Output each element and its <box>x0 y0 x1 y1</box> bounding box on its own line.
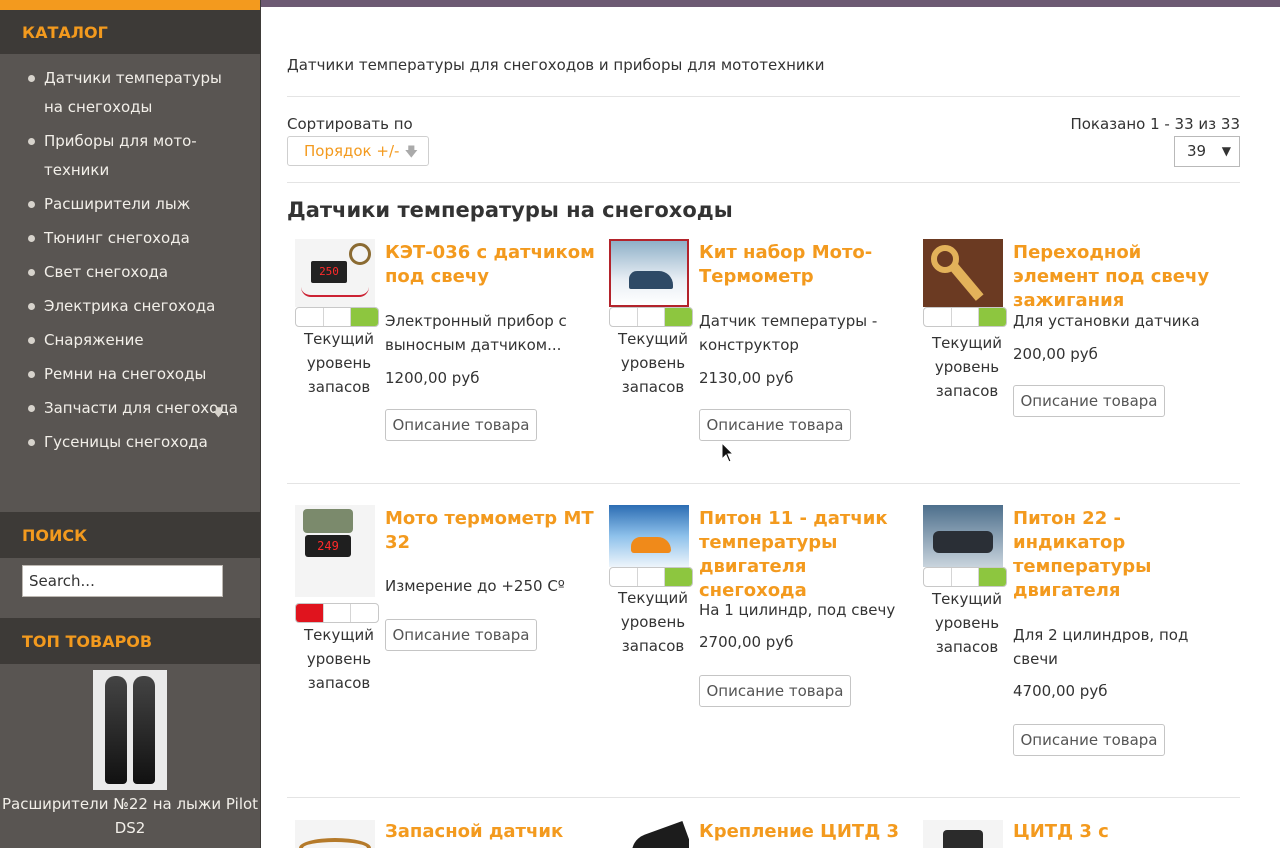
category-title: Датчики температуры на снегоходы <box>287 198 733 222</box>
category-list: Датчики температуры на снегоходы Приборы… <box>0 64 260 462</box>
product-name[interactable]: Питон 22 - индикатор температуры двигате… <box>1013 507 1223 603</box>
sidebar-item-temperature-sensors[interactable]: Датчики температуры на снегоходы <box>0 64 260 122</box>
snowmobile-shape <box>933 531 993 553</box>
snowmobile-shape <box>629 271 673 289</box>
mount-shape <box>625 820 689 848</box>
product-price: 1200,00 руб <box>385 369 480 387</box>
stock-level-label: Текущий уровень запасов <box>304 330 374 396</box>
expand-arrow-icon[interactable]: 🡇 <box>213 398 224 427</box>
product-name[interactable]: Питон 11 - датчик температуры двигателя … <box>699 507 909 603</box>
search-title: ПОИСК <box>0 512 260 558</box>
sidebar-item-ski-extenders[interactable]: Расширители лыж <box>0 190 260 219</box>
sidebar-item-tuning[interactable]: Тюнинг снегохода <box>0 224 260 253</box>
sort-arrow-icon: 🡇 <box>404 145 418 160</box>
device-top-shape <box>303 509 353 533</box>
wire-shape <box>299 838 371 848</box>
stock-level-label: Текущий уровень запасов <box>932 334 1002 400</box>
sidebar-item-tracks[interactable]: Гусеницы снегохода <box>0 428 260 457</box>
divider <box>287 483 1240 484</box>
catalog-title: КАТАЛОГ <box>0 8 260 54</box>
product-price: 2130,00 руб <box>699 369 794 387</box>
stock-level-label: Текущий уровень запасов <box>932 590 1002 656</box>
product-description: Электронный прибор с выносным датчиком..… <box>385 312 567 354</box>
product-image[interactable] <box>923 239 1003 307</box>
product-details-button[interactable]: Описание товара <box>699 675 851 707</box>
sidebar-item-parts[interactable]: Запчасти для снегохода 🡇 <box>0 394 260 423</box>
stock-level-bar <box>609 307 693 327</box>
top-product-image[interactable] <box>93 670 167 790</box>
dropdown-arrow-icon: ▼ <box>1221 144 1231 158</box>
product-price: 200,00 руб <box>1013 345 1098 363</box>
product-description: На 1 цилиндр, под свечу <box>699 601 896 619</box>
wire-shape <box>301 287 369 297</box>
product-image[interactable] <box>609 239 689 307</box>
divider <box>287 797 1240 798</box>
items-per-page-value: 39 <box>1187 142 1207 160</box>
product-name[interactable]: Запасной датчик <box>385 820 595 844</box>
product-image[interactable]: 249 <box>295 505 375 597</box>
product-details-button[interactable]: Описание товара <box>385 409 537 441</box>
top-products-title: ТОП ТОВАРОВ <box>0 618 260 664</box>
device-display: 250 <box>311 261 347 283</box>
shaft-shape <box>950 263 984 301</box>
category-description: Датчики температуры для снегоходов и при… <box>287 56 825 74</box>
search-input[interactable] <box>22 565 223 597</box>
product-image[interactable] <box>609 505 689 567</box>
stock-level-label: Текущий уровень запасов <box>618 330 688 396</box>
sidebar-item-moto-devices[interactable]: Приборы для мото-техники <box>0 127 260 185</box>
top-product[interactable]: Расширители №22 на лыжи Pilot DS2 <box>0 670 260 840</box>
stock-level-bar <box>295 307 379 327</box>
product-description: Для 2 цилиндров, под свечи <box>1013 626 1189 668</box>
product-details-button[interactable]: Описание товара <box>385 619 537 651</box>
product-description: Датчик температуры - конструктор <box>699 312 878 354</box>
snowmobile-shape <box>631 537 671 553</box>
product-details-button[interactable]: Описание товара <box>1013 724 1165 756</box>
product-image[interactable]: 250 <box>295 239 375 307</box>
product-name[interactable]: Кит набор Мото-Термометр <box>699 241 909 289</box>
product-details-button[interactable]: Описание товара <box>1013 385 1165 417</box>
product-image[interactable] <box>295 820 375 848</box>
stock-level-bar <box>923 307 1007 327</box>
product-name[interactable]: Мото термометр МТ 32 <box>385 507 595 555</box>
stock-level-bar <box>923 567 1007 587</box>
product-description: Измерение до +250 Сº <box>385 577 565 595</box>
product-image[interactable] <box>923 820 1003 848</box>
device-shape <box>943 830 983 848</box>
top-accent-bar <box>261 0 1280 7</box>
sidebar: КАТАЛОГ Датчики температуры на снегоходы… <box>0 0 261 848</box>
product-details-button[interactable]: Описание товара <box>699 409 851 441</box>
stock-level-bar <box>609 567 693 587</box>
top-product-name[interactable]: Расширители №22 на лыжи Pilot DS2 <box>0 792 260 840</box>
device-display: 249 <box>305 535 351 557</box>
divider <box>287 96 1240 97</box>
sort-order-button[interactable]: Порядок +/- 🡇 <box>287 136 429 166</box>
product-image[interactable] <box>609 820 689 848</box>
ski-left-shape <box>105 676 127 784</box>
sort-order-label: Порядок +/- <box>304 142 400 160</box>
product-name[interactable]: Переходной элемент под свечу зажигания <box>1013 241 1223 313</box>
items-per-page-select[interactable]: 39 ▼ <box>1174 136 1240 167</box>
product-name[interactable]: Крепление ЦИТД 3 <box>699 820 909 844</box>
sensor-ring-shape <box>349 243 371 265</box>
product-name[interactable]: ЦИТД 3 с датчиками <box>1013 820 1223 848</box>
sidebar-item-gear[interactable]: Снаряжение <box>0 326 260 355</box>
product-name[interactable]: КЭТ-036 с датчиком под свечу <box>385 241 595 289</box>
ski-right-shape <box>133 676 155 784</box>
sidebar-item-belts[interactable]: Ремни на снегоходы <box>0 360 260 389</box>
stock-level-bar <box>295 603 379 623</box>
stock-level-label: Текущий уровень запасов <box>304 626 374 692</box>
stock-level-label: Текущий уровень запасов <box>618 589 688 655</box>
results-count: Показано 1 - 33 из 33 <box>1070 115 1240 133</box>
product-price: 4700,00 руб <box>1013 682 1108 700</box>
product-price: 2700,00 руб <box>699 633 794 651</box>
product-description: Для установки датчика <box>1013 312 1200 330</box>
sidebar-item-parts-label: Запчасти для снегохода <box>44 399 238 417</box>
divider <box>287 182 1240 183</box>
product-image[interactable] <box>923 505 1003 567</box>
sort-label: Сортировать по <box>287 115 413 133</box>
sidebar-item-lights[interactable]: Свет снегохода <box>0 258 260 287</box>
sidebar-accent-stripe <box>0 0 260 8</box>
sidebar-item-electrics[interactable]: Электрика снегохода <box>0 292 260 321</box>
mouse-cursor-icon <box>721 442 735 463</box>
